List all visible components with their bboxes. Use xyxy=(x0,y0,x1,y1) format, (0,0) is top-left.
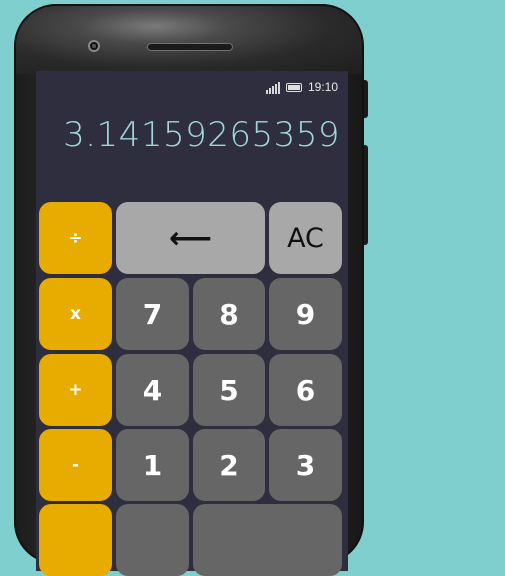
status-bar: 19:10 xyxy=(265,79,338,95)
calculator-screen: 19:10 3.14159265359 ÷ ⟵ AC x 7 8 9 + 4 5… xyxy=(36,71,348,576)
divide-key[interactable]: ÷ xyxy=(39,202,112,274)
next-row-digit-key[interactable] xyxy=(116,504,189,576)
phone-frame: 19:10 3.14159265359 ÷ ⟵ AC x 7 8 9 + 4 5… xyxy=(14,4,364,576)
front-camera-icon xyxy=(88,40,100,52)
multiply-key[interactable]: x xyxy=(39,278,112,350)
backspace-key[interactable]: ⟵ xyxy=(116,202,265,274)
digit-7-key[interactable]: 7 xyxy=(116,278,189,350)
digit-1-key[interactable]: 1 xyxy=(116,429,189,501)
next-row-wide-key[interactable] xyxy=(193,504,342,576)
top-bezel xyxy=(16,6,362,74)
digit-5-key[interactable]: 5 xyxy=(193,354,265,426)
digit-6-key[interactable]: 6 xyxy=(269,354,342,426)
next-row-operator-key[interactable] xyxy=(39,504,112,576)
add-key[interactable]: + xyxy=(39,354,112,426)
status-time: 19:10 xyxy=(307,80,338,94)
calculator-display: 3.14159265359 xyxy=(63,115,340,155)
digit-2-key[interactable]: 2 xyxy=(193,429,265,501)
subtract-key[interactable]: - xyxy=(39,429,112,501)
earpiece-speaker xyxy=(147,43,233,51)
battery-icon xyxy=(285,82,302,92)
digit-9-key[interactable]: 9 xyxy=(269,278,342,350)
digit-8-key[interactable]: 8 xyxy=(193,278,265,350)
digit-3-key[interactable]: 3 xyxy=(269,429,342,501)
all-clear-key[interactable]: AC xyxy=(269,202,342,274)
digit-4-key[interactable]: 4 xyxy=(116,354,189,426)
signal-bars-icon xyxy=(265,81,280,94)
